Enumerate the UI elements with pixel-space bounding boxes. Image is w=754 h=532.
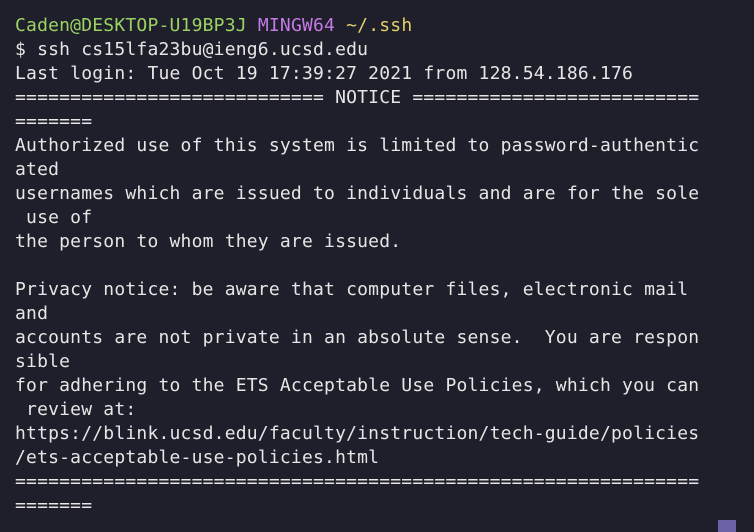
output-line: /ets-acceptable-use-policies.html: [15, 447, 380, 468]
shell-prompt: Caden@DESKTOP-U19BP3J MINGW64 ~/.ssh: [15, 14, 754, 38]
output-line: usernames which are issued to individual…: [15, 183, 700, 204]
output-line: Authorized use of this system is limited…: [15, 135, 700, 156]
prompt-system: MINGW64: [257, 15, 336, 36]
output-line: ated: [15, 159, 60, 180]
output-line: the person to whom they are issued.: [15, 231, 402, 252]
output-line: review at:: [15, 399, 137, 420]
output-line: ========================================…: [15, 471, 700, 492]
output-line: Privacy notice: be aware that computer f…: [15, 279, 689, 300]
output-line: use of: [15, 207, 93, 228]
prompt-path: ~/.ssh: [346, 15, 413, 36]
output-line: and: [15, 303, 49, 324]
output-line: accounts are not private in an absolute …: [15, 327, 700, 348]
output-line: sible: [15, 351, 71, 372]
scrollbar-thumb[interactable]: [718, 520, 736, 532]
output-line: =======: [15, 111, 93, 132]
output-line: https://blink.ucsd.edu/faculty/instructi…: [15, 423, 700, 444]
terminal-window[interactable]: Caden@DESKTOP-U19BP3J MINGW64 ~/.ssh $ s…: [0, 0, 754, 532]
output-line: =======: [15, 495, 93, 516]
output-line: Last login: Tue Oct 19 17:39:27 2021 fro…: [15, 63, 634, 84]
command-line: $ ssh cs15lfa23bu@ieng6.ucsd.edu: [15, 39, 369, 60]
output-line: for adhering to the ETS Acceptable Use P…: [15, 375, 700, 396]
terminal-output: Last login: Tue Oct 19 17:39:27 2021 fro…: [15, 62, 754, 518]
output-line: ============================ NOTICE ====…: [15, 87, 700, 108]
prompt-user-host: Caden@DESKTOP-U19BP3J: [15, 15, 247, 36]
